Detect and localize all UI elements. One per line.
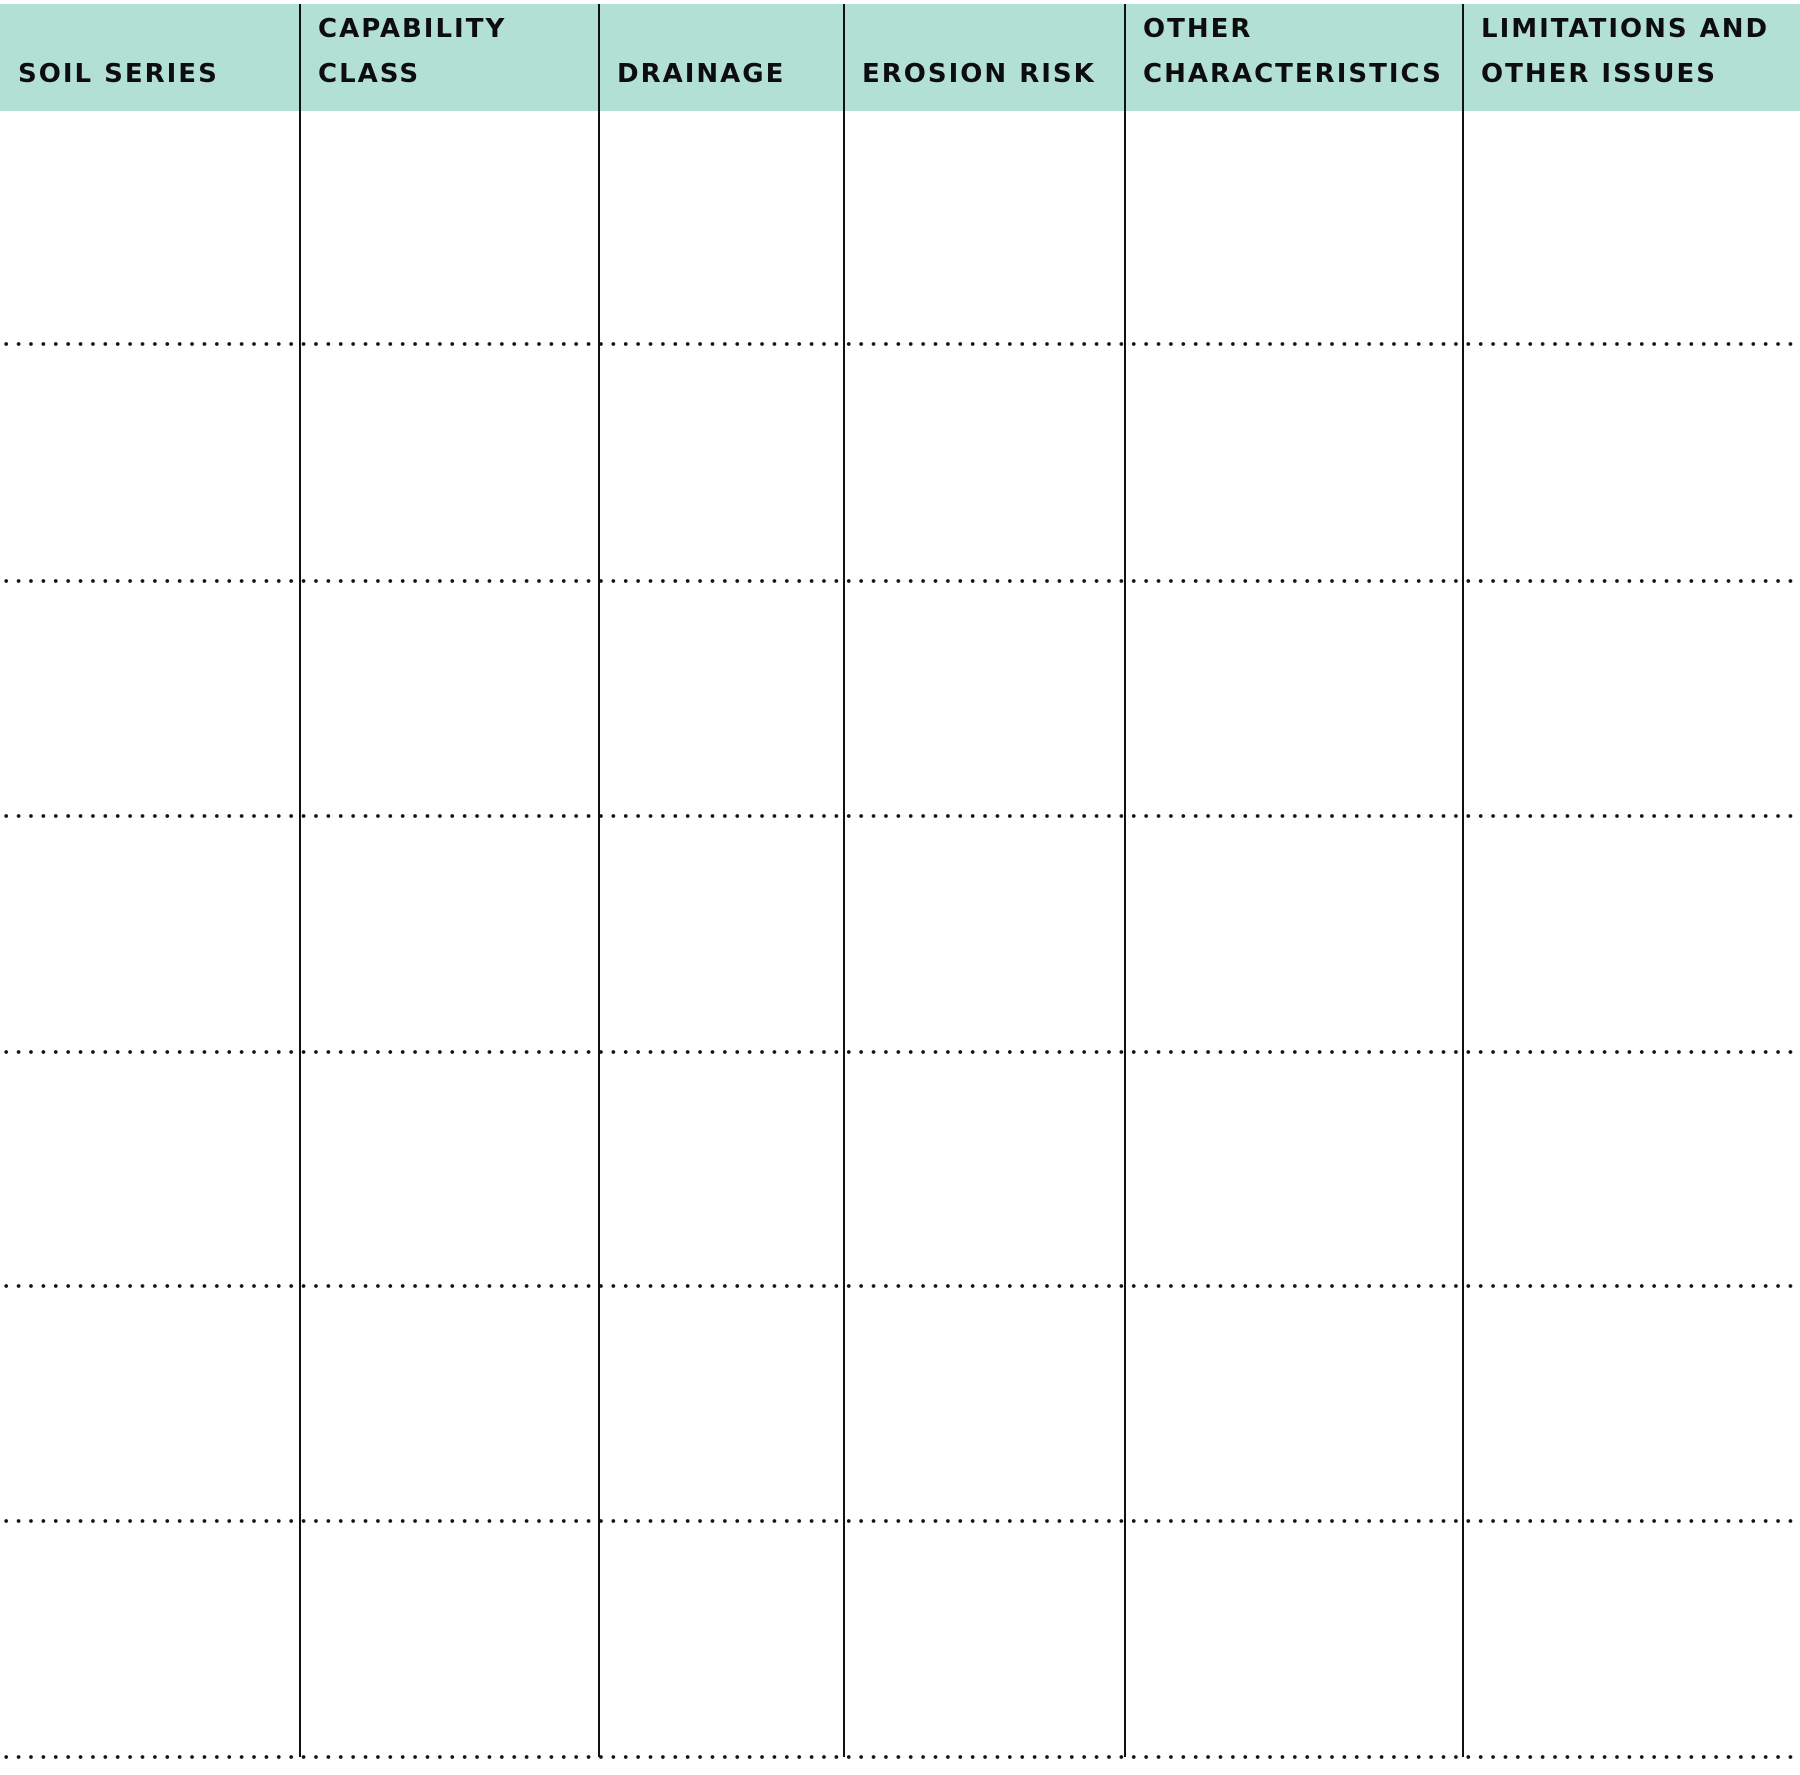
row-divider-dotted — [0, 1755, 1800, 1759]
column-header-line-2: OTHER ISSUES — [1481, 59, 1717, 89]
table-cell-other-characteristics[interactable] — [1129, 115, 1459, 340]
table-cell-drainage[interactable] — [603, 1290, 840, 1517]
row-divider-dotted — [0, 1050, 1800, 1054]
table-cell-other-characteristics[interactable] — [1129, 820, 1459, 1048]
table-cell-other-characteristics[interactable] — [1129, 1525, 1459, 1753]
column-header-soil-series: SOIL SERIES — [18, 4, 219, 111]
table-cell-limitations-and-other-issues[interactable] — [1467, 348, 1796, 577]
table-cell-drainage[interactable] — [603, 585, 840, 812]
column-divider — [598, 4, 600, 1757]
table-cell-erosion-risk[interactable] — [848, 1290, 1121, 1517]
table-cell-drainage[interactable] — [603, 820, 840, 1048]
table-cell-limitations-and-other-issues[interactable] — [1467, 585, 1796, 812]
table-cell-capability-class[interactable] — [304, 820, 595, 1048]
column-header-line-2: DRAINAGE — [617, 59, 786, 89]
table-cell-drainage[interactable] — [603, 348, 840, 577]
column-header-line-1: OTHER — [1143, 14, 1253, 44]
column-header-line-2: CLASS — [318, 59, 421, 89]
table-cell-capability-class[interactable] — [304, 1290, 595, 1517]
table-cell-erosion-risk[interactable] — [848, 820, 1121, 1048]
table-cell-soil-series[interactable] — [4, 348, 296, 577]
table-cell-limitations-and-other-issues[interactable] — [1467, 1056, 1796, 1282]
row-divider-dotted — [0, 1519, 1800, 1523]
row-divider-dotted — [0, 814, 1800, 818]
column-header-limitations-and-other-issues: LIMITATIONS AND OTHER ISSUES — [1481, 4, 1769, 111]
column-header-line-1 — [18, 7, 219, 52]
table-cell-erosion-risk[interactable] — [848, 115, 1121, 340]
table-cell-erosion-risk[interactable] — [848, 1525, 1121, 1753]
column-divider — [1124, 4, 1126, 1757]
table-cell-soil-series[interactable] — [4, 585, 296, 812]
table-cell-erosion-risk[interactable] — [848, 348, 1121, 577]
table-cell-capability-class[interactable] — [304, 115, 595, 340]
column-header-line-1 — [862, 7, 1096, 52]
row-divider-dotted — [0, 342, 1800, 346]
soil-worksheet-table: SOIL SERIES CAPABILITY CLASS DRAINAGE EROS… — [0, 4, 1800, 1759]
table-cell-drainage[interactable] — [603, 115, 840, 340]
table-cell-limitations-and-other-issues[interactable] — [1467, 115, 1796, 340]
column-header-line-2: EROSION RISK — [862, 59, 1096, 89]
column-divider — [299, 4, 301, 1757]
table-cell-capability-class[interactable] — [304, 585, 595, 812]
column-header-line-2: CHARACTERISTICS — [1143, 59, 1443, 89]
column-header-drainage: DRAINAGE — [617, 4, 785, 111]
table-cell-erosion-risk[interactable] — [848, 585, 1121, 812]
table-cell-other-characteristics[interactable] — [1129, 348, 1459, 577]
row-divider-dotted — [0, 1284, 1800, 1288]
table-cell-other-characteristics[interactable] — [1129, 585, 1459, 812]
table-cell-drainage[interactable] — [603, 1525, 840, 1753]
table-cell-capability-class[interactable] — [304, 348, 595, 577]
table-cell-capability-class[interactable] — [304, 1525, 595, 1753]
column-header-capability-class: CAPABILITY CLASS — [318, 4, 506, 111]
table-cell-limitations-and-other-issues[interactable] — [1467, 1525, 1796, 1753]
table-cell-soil-series[interactable] — [4, 115, 296, 340]
table-cell-soil-series[interactable] — [4, 820, 296, 1048]
column-header-line-2: SOIL SERIES — [18, 59, 219, 89]
table-cell-other-characteristics[interactable] — [1129, 1290, 1459, 1517]
table-cell-limitations-and-other-issues[interactable] — [1467, 820, 1796, 1048]
table-cell-drainage[interactable] — [603, 1056, 840, 1282]
table-cell-capability-class[interactable] — [304, 1056, 595, 1282]
column-header-line-1 — [617, 7, 785, 52]
column-header-other-characteristics: OTHER CHARACTERISTICS — [1143, 4, 1443, 111]
row-divider-dotted — [0, 579, 1800, 583]
table-cell-limitations-and-other-issues[interactable] — [1467, 1290, 1796, 1517]
table-cell-other-characteristics[interactable] — [1129, 1056, 1459, 1282]
table-cell-erosion-risk[interactable] — [848, 1056, 1121, 1282]
column-header-line-1: CAPABILITY — [318, 14, 507, 44]
column-header-line-1: LIMITATIONS AND — [1481, 14, 1770, 44]
column-divider — [1462, 4, 1464, 1757]
table-cell-soil-series[interactable] — [4, 1290, 296, 1517]
column-divider — [843, 4, 845, 1757]
column-header-erosion-risk: EROSION RISK — [862, 4, 1096, 111]
table-cell-soil-series[interactable] — [4, 1525, 296, 1753]
table-cell-soil-series[interactable] — [4, 1056, 296, 1282]
